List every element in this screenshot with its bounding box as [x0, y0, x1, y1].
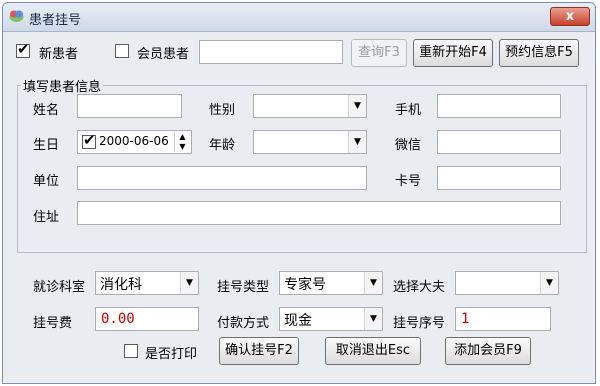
- member-search-input[interactable]: [199, 40, 343, 64]
- checkmark-icon: ✔: [83, 131, 96, 149]
- mobile-input[interactable]: [437, 94, 561, 118]
- patient-info-group-title: 填写患者信息: [21, 76, 104, 95]
- chevron-down-icon[interactable]: ▼: [180, 272, 198, 294]
- reg-type-select[interactable]: 专家号 ▼: [279, 271, 383, 295]
- birthday-checkbox[interactable]: ✔: [82, 131, 96, 149]
- date-spinner[interactable]: ▲ ▼: [174, 132, 190, 152]
- department-select[interactable]: 消化科 ▼: [95, 271, 199, 295]
- fee-input[interactable]: 0.00: [95, 307, 199, 331]
- address-label: 住址: [33, 210, 60, 225]
- close-button[interactable]: x: [550, 7, 590, 26]
- member-patient-checkbox[interactable]: [115, 44, 129, 58]
- add-member-button[interactable]: 添加会员F9: [445, 337, 531, 365]
- app-icon: [9, 10, 24, 22]
- query-button[interactable]: 查询F3: [351, 39, 407, 67]
- spin-up-icon[interactable]: ▲: [175, 132, 190, 142]
- age-label: 年龄: [209, 138, 236, 153]
- print-checkbox[interactable]: [124, 344, 138, 358]
- department-value: 消化科: [100, 277, 142, 293]
- appointment-button[interactable]: 预约信息F5: [499, 39, 579, 67]
- chevron-down-icon[interactable]: ▼: [348, 95, 366, 117]
- age-select[interactable]: ▼: [253, 130, 367, 154]
- wechat-input[interactable]: [437, 130, 561, 154]
- birthday-picker[interactable]: ✔ 2000-06-06 ▲ ▼: [77, 130, 192, 154]
- registration-window: 患者挂号 x ✔ 新患者 会员患者 查询F3 重新开始F4 预约信息F5 填写患…: [2, 2, 596, 384]
- name-input[interactable]: [77, 94, 182, 118]
- new-patient-label: 新患者: [39, 47, 79, 62]
- gender-label: 性别: [209, 103, 236, 118]
- card-label: 卡号: [395, 174, 422, 189]
- address-input[interactable]: [77, 201, 561, 225]
- payment-value: 现金: [284, 313, 312, 329]
- payment-select[interactable]: 现金 ▼: [279, 307, 383, 331]
- new-patient-checkbox[interactable]: ✔: [16, 40, 30, 58]
- print-label: 是否打印: [145, 347, 198, 362]
- department-label: 就诊科室: [33, 280, 86, 295]
- fee-label: 挂号费: [33, 316, 73, 331]
- birthday-value: 2000-06-06: [99, 134, 169, 148]
- mobile-label: 手机: [395, 103, 422, 118]
- member-patient-label: 会员患者: [137, 47, 190, 62]
- checkmark-icon: ✔: [17, 40, 30, 58]
- chevron-down-icon[interactable]: ▼: [348, 131, 366, 153]
- spin-down-icon[interactable]: ▼: [175, 142, 190, 152]
- cancel-exit-button[interactable]: 取消退出Esc: [325, 337, 421, 365]
- fee-value: 0.00: [101, 311, 135, 327]
- close-icon: x: [565, 9, 575, 24]
- doctor-select[interactable]: ▼: [455, 271, 559, 295]
- company-label: 单位: [33, 174, 60, 189]
- payment-label: 付款方式: [217, 316, 270, 331]
- gender-select[interactable]: ▼: [253, 94, 367, 118]
- window-title: 患者挂号: [29, 13, 82, 28]
- serial-value: 1: [461, 311, 470, 327]
- name-label: 姓名: [33, 103, 60, 118]
- chevron-down-icon[interactable]: ▼: [364, 272, 382, 294]
- chevron-down-icon[interactable]: ▼: [364, 308, 382, 330]
- confirm-register-button[interactable]: 确认挂号F2: [219, 337, 299, 365]
- wechat-label: 微信: [395, 138, 422, 153]
- serial-label: 挂号序号: [393, 316, 446, 331]
- birthday-label: 生日: [33, 138, 60, 153]
- doctor-label: 选择大夫: [393, 280, 446, 295]
- chevron-down-icon[interactable]: ▼: [540, 272, 558, 294]
- title-bar[interactable]: 患者挂号 x: [3, 3, 595, 32]
- company-input[interactable]: [77, 166, 367, 190]
- restart-button[interactable]: 重新开始F4: [413, 39, 493, 67]
- reg-type-label: 挂号类型: [217, 280, 270, 295]
- reg-type-value: 专家号: [284, 277, 326, 293]
- card-input[interactable]: [437, 166, 561, 190]
- serial-input[interactable]: 1: [455, 307, 551, 331]
